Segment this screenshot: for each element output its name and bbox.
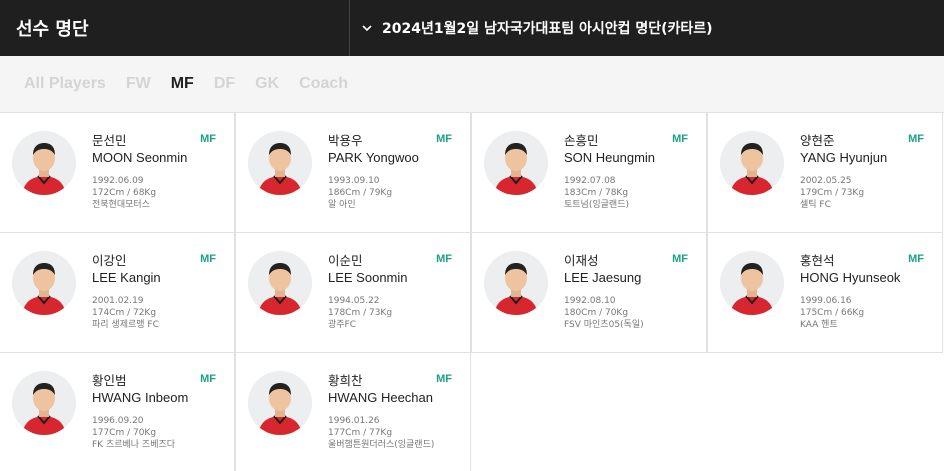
player-avatar-icon bbox=[12, 371, 76, 435]
player-photo bbox=[484, 131, 548, 195]
player-club: 파리 생제르맹 FC bbox=[92, 320, 159, 330]
player-name-en: MOON Seonmin bbox=[92, 150, 188, 165]
chevron-down-icon bbox=[362, 24, 372, 31]
player-birth: 2001.02.19 bbox=[92, 296, 144, 306]
player-club: 전북현대모터스 bbox=[92, 200, 150, 210]
player-avatar-icon bbox=[484, 131, 548, 195]
player-photo bbox=[720, 131, 784, 195]
player-avatar-icon bbox=[484, 251, 548, 315]
player-avatar-icon bbox=[720, 251, 784, 315]
player-card[interactable]: 홍현석 HONG Hyunseok 1999.06.16 175Cm / 66K… bbox=[707, 233, 943, 353]
position-badge: MF bbox=[436, 373, 452, 385]
player-body: 172Cm / 68Kg bbox=[92, 188, 157, 198]
player-card[interactable]: 손흥민 SON Heungmin 1992.07.08 183Cm / 78Kg… bbox=[471, 113, 707, 233]
position-badge: MF bbox=[672, 133, 688, 145]
player-name-en: LEE Kangin bbox=[92, 270, 161, 285]
player-body: 177Cm / 70Kg bbox=[92, 428, 157, 438]
player-avatar-icon bbox=[12, 131, 76, 195]
player-club: 토트넘(잉글랜드) bbox=[564, 200, 629, 210]
player-name-en: YANG Hyunjun bbox=[800, 150, 888, 165]
player-body: 178Cm / 73Kg bbox=[328, 308, 393, 318]
player-card[interactable]: 이재성 LEE Jaesung 1992.08.10 180Cm / 70Kg … bbox=[471, 233, 707, 353]
roster-selector-label: 2024년1월2일 남자국가대표팀 아시안컵 명단(카타르) bbox=[382, 21, 713, 37]
player-card[interactable]: 문선민 MOON Seonmin 1992.06.09 172Cm / 68Kg… bbox=[0, 113, 235, 233]
player-name-en: HONG Hyunseok bbox=[800, 270, 901, 285]
player-birth: 1992.07.08 bbox=[564, 176, 616, 186]
player-name-en: HWANG Heechan bbox=[328, 390, 433, 405]
player-body: 186Cm / 79Kg bbox=[328, 188, 393, 198]
player-club: 울버햄튼원더러스(잉글랜드) bbox=[328, 440, 435, 450]
player-name-en: PARK Yongwoo bbox=[328, 150, 419, 165]
position-badge: MF bbox=[436, 253, 452, 265]
roster-selector[interactable]: 2024년1월2일 남자국가대표팀 아시안컵 명단(카타르) bbox=[350, 0, 944, 56]
player-avatar-icon bbox=[248, 251, 312, 315]
position-badge: MF bbox=[200, 253, 216, 265]
player-photo bbox=[248, 371, 312, 435]
position-badge: MF bbox=[200, 133, 216, 145]
player-club: KAA 헨트 bbox=[800, 320, 838, 330]
player-photo bbox=[12, 251, 76, 315]
player-birth: 1992.08.10 bbox=[564, 296, 616, 306]
player-body: 175Cm / 66Kg bbox=[800, 308, 865, 318]
player-name-en: SON Heungmin bbox=[564, 150, 656, 165]
player-name-en: HWANG Inbeom bbox=[92, 390, 189, 405]
player-club: 알 아인 bbox=[328, 200, 356, 210]
player-birth: 2002.05.25 bbox=[800, 176, 852, 186]
player-name-en: LEE Soonmin bbox=[328, 270, 408, 285]
player-photo bbox=[248, 131, 312, 195]
position-badge: MF bbox=[908, 253, 924, 265]
player-avatar-icon bbox=[720, 131, 784, 195]
player-club: 셀틱 FC bbox=[800, 200, 831, 210]
player-body: 177Cm / 77Kg bbox=[328, 428, 393, 438]
player-avatar-icon bbox=[248, 131, 312, 195]
position-tabs: All Players FW MF DF GK Coach bbox=[0, 56, 944, 112]
player-birth: 1996.09.20 bbox=[92, 416, 144, 426]
tab-all-players[interactable]: All Players bbox=[24, 75, 106, 93]
position-badge: MF bbox=[200, 373, 216, 385]
player-card[interactable]: 박용우 PARK Yongwoo 1993.09.10 186Cm / 79Kg… bbox=[235, 113, 471, 233]
player-club: 광주FC bbox=[328, 320, 357, 330]
player-photo bbox=[484, 251, 548, 315]
player-photo bbox=[248, 251, 312, 315]
player-card[interactable]: 황인범 HWANG Inbeom 1996.09.20 177Cm / 70Kg… bbox=[0, 353, 235, 471]
player-photo bbox=[12, 131, 76, 195]
player-card[interactable]: 황희찬 HWANG Heechan 1996.01.26 177Cm / 77K… bbox=[235, 353, 471, 471]
player-photo bbox=[720, 251, 784, 315]
top-bar: 선수 명단 2024년1월2일 남자국가대표팀 아시안컵 명단(카타르) bbox=[0, 0, 944, 56]
player-body: 179Cm / 73Kg bbox=[800, 188, 865, 198]
player-name-en: LEE Jaesung bbox=[564, 270, 642, 285]
tab-df[interactable]: DF bbox=[214, 75, 235, 93]
player-body: 183Cm / 78Kg bbox=[564, 188, 629, 198]
position-badge: MF bbox=[672, 253, 688, 265]
player-club: FSV 마인츠05(독일) bbox=[564, 320, 644, 330]
position-badge: MF bbox=[908, 133, 924, 145]
player-card[interactable]: 이순민 LEE Soonmin 1994.05.22 178Cm / 73Kg … bbox=[235, 233, 471, 353]
player-birth: 1993.09.10 bbox=[328, 176, 380, 186]
player-birth: 1996.01.26 bbox=[328, 416, 380, 426]
player-body: 174Cm / 72Kg bbox=[92, 308, 157, 318]
player-grid: 문선민 MOON Seonmin 1992.06.09 172Cm / 68Kg… bbox=[0, 112, 944, 471]
player-birth: 1999.06.16 bbox=[800, 296, 852, 306]
tab-mf[interactable]: MF bbox=[171, 75, 194, 93]
player-photo bbox=[12, 371, 76, 435]
tab-gk[interactable]: GK bbox=[255, 75, 279, 93]
player-birth: 1992.06.09 bbox=[92, 176, 144, 186]
tab-coach[interactable]: Coach bbox=[299, 75, 348, 93]
page-title: 선수 명단 bbox=[0, 0, 350, 56]
player-avatar-icon bbox=[248, 371, 312, 435]
player-card[interactable]: 양현준 YANG Hyunjun 2002.05.25 179Cm / 73Kg… bbox=[707, 113, 943, 233]
position-badge: MF bbox=[436, 133, 452, 145]
player-avatar-icon bbox=[12, 251, 76, 315]
tab-fw[interactable]: FW bbox=[126, 75, 151, 93]
player-body: 180Cm / 70Kg bbox=[564, 308, 629, 318]
player-card[interactable]: 이강인 LEE Kangin 2001.02.19 174Cm / 72Kg 파… bbox=[0, 233, 235, 353]
player-birth: 1994.05.22 bbox=[328, 296, 380, 306]
player-club: FK 츠르베나 즈베즈다 bbox=[92, 440, 176, 450]
